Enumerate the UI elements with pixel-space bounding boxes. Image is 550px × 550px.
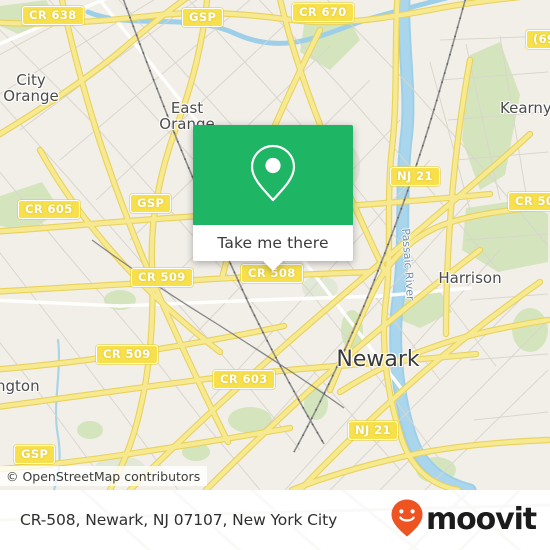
road-shield: CR 509 <box>96 345 158 364</box>
map-pin-icon <box>247 141 299 210</box>
osm-attribution[interactable]: © OpenStreetMap contributors <box>0 466 208 486</box>
popup-header <box>193 125 353 225</box>
map-canvas[interactable]: City Orange East Orange Kearny Harrison … <box>0 0 550 490</box>
road-shield: NJ 21 <box>390 167 440 186</box>
road-shield: CR 507 <box>508 192 550 211</box>
moovit-logo[interactable]: moovit <box>390 498 537 543</box>
road-shield: GSP <box>182 8 224 27</box>
moovit-wordmark: moovit <box>425 502 537 537</box>
moovit-map-share-card: City Orange East Orange Kearny Harrison … <box>0 0 550 550</box>
take-me-there-label: Take me there <box>217 234 329 252</box>
location-popup-card[interactable]: Take me there <box>193 125 353 271</box>
road-shield: NJ 21 <box>348 421 398 440</box>
road-shield: GSP <box>130 194 172 213</box>
road-shield: CR 605 <box>18 200 80 219</box>
road-shield: CR 638 <box>22 6 84 25</box>
moovit-smiley-pin-icon <box>390 498 424 543</box>
road-shield: CR 670 <box>292 3 354 22</box>
popup-pointer-tail <box>262 260 284 271</box>
road-shield: (69 <box>526 30 550 49</box>
road-shield: CR 509 <box>131 268 193 287</box>
footer-bar: CR-508, Newark, NJ 07107, New York City … <box>0 490 550 550</box>
road-shield: CR 603 <box>213 370 275 389</box>
popup-footer[interactable]: Take me there <box>193 225 353 271</box>
road-shield: GSP <box>14 445 56 464</box>
osm-attribution-text: © OpenStreetMap contributors <box>6 468 201 484</box>
address-text: CR-508, Newark, NJ 07107, New York City <box>20 511 338 529</box>
